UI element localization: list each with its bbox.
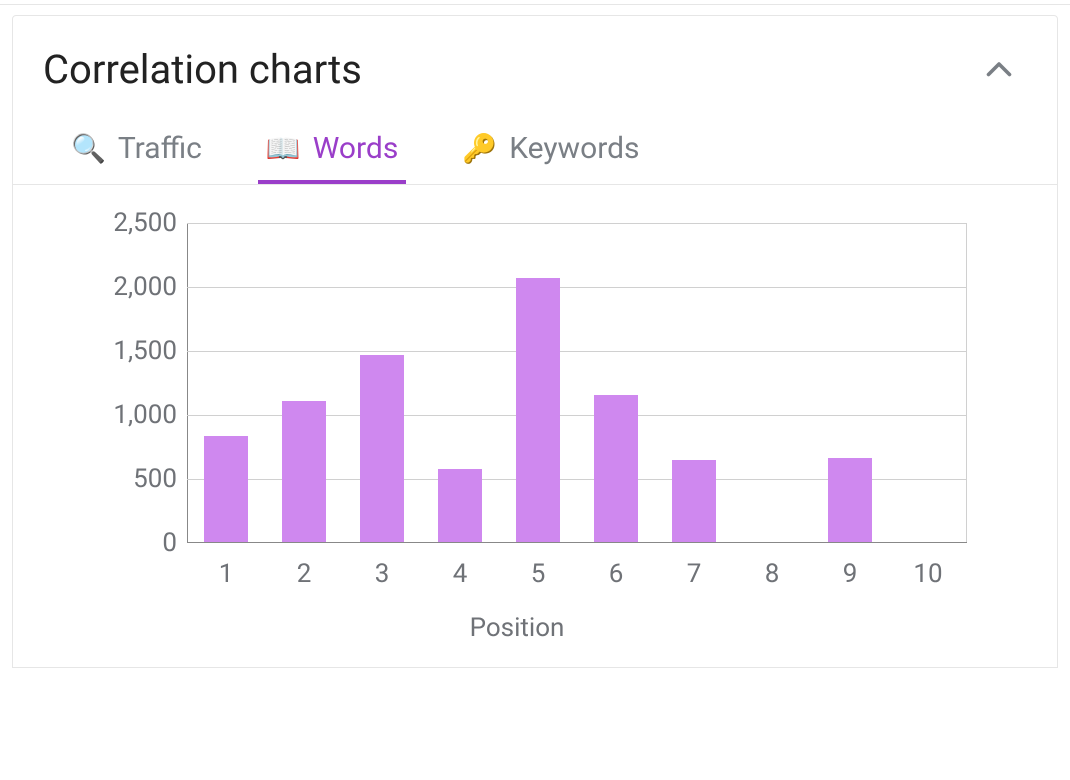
key-icon: 🔑	[462, 135, 497, 163]
magnifier-icon: 🔍	[71, 135, 106, 163]
tab-keywords[interactable]: 🔑 Keywords	[460, 127, 641, 184]
x-tick-label: 5	[531, 559, 546, 589]
chart-tabs: 🔍 Traffic 📖 Words 🔑 Keywords	[43, 127, 1027, 184]
tabs-underline	[13, 184, 1057, 185]
section-title: Correlation charts	[43, 46, 362, 93]
bar	[672, 460, 716, 542]
x-axis-title: Position	[57, 613, 977, 643]
gridline	[187, 287, 967, 288]
bar	[594, 395, 638, 542]
book-icon: 📖	[266, 135, 301, 163]
chart-area: Position 05001,0001,5002,0002,5001234567…	[43, 213, 1027, 643]
tab-label: Words	[313, 131, 399, 166]
y-axis-line	[187, 223, 188, 543]
x-tick-label: 7	[687, 559, 702, 589]
y-tick-label: 2,000	[57, 272, 177, 302]
gridline	[187, 351, 967, 352]
bar	[204, 436, 248, 542]
bar	[360, 355, 404, 542]
y-tick-label: 1,500	[57, 336, 177, 366]
x-tick-label: 9	[843, 559, 858, 589]
gridline	[187, 223, 967, 224]
tab-label: Traffic	[118, 131, 202, 166]
bar	[438, 469, 482, 542]
x-tick-label: 3	[375, 559, 390, 589]
x-axis-line	[187, 542, 967, 543]
top-separator	[0, 0, 1070, 5]
tab-traffic[interactable]: 🔍 Traffic	[69, 127, 204, 184]
x-tick-label: 2	[297, 559, 312, 589]
y-tick-label: 500	[57, 464, 177, 494]
x-tick-label: 8	[765, 559, 780, 589]
x-tick-label: 6	[609, 559, 624, 589]
bar	[282, 401, 326, 542]
y-tick-label: 1,000	[57, 400, 177, 430]
collapse-chevron-up-icon[interactable]	[981, 52, 1027, 88]
bar	[516, 278, 560, 542]
tab-words[interactable]: 📖 Words	[264, 127, 400, 184]
plot-area	[187, 223, 967, 543]
words-bar-chart: Position 05001,0001,5002,0002,5001234567…	[57, 213, 977, 643]
y-tick-label: 0	[57, 528, 177, 558]
x-tick-label: 1	[219, 559, 234, 589]
right-border	[966, 223, 967, 543]
card-header: Correlation charts	[43, 46, 1027, 93]
x-tick-label: 4	[453, 559, 468, 589]
bar	[828, 458, 872, 542]
tab-label: Keywords	[509, 131, 639, 166]
correlation-charts-card: Correlation charts 🔍 Traffic 📖 Words 🔑 Keywor…	[12, 15, 1058, 668]
y-tick-label: 2,500	[57, 208, 177, 238]
x-tick-label: 10	[913, 559, 942, 589]
